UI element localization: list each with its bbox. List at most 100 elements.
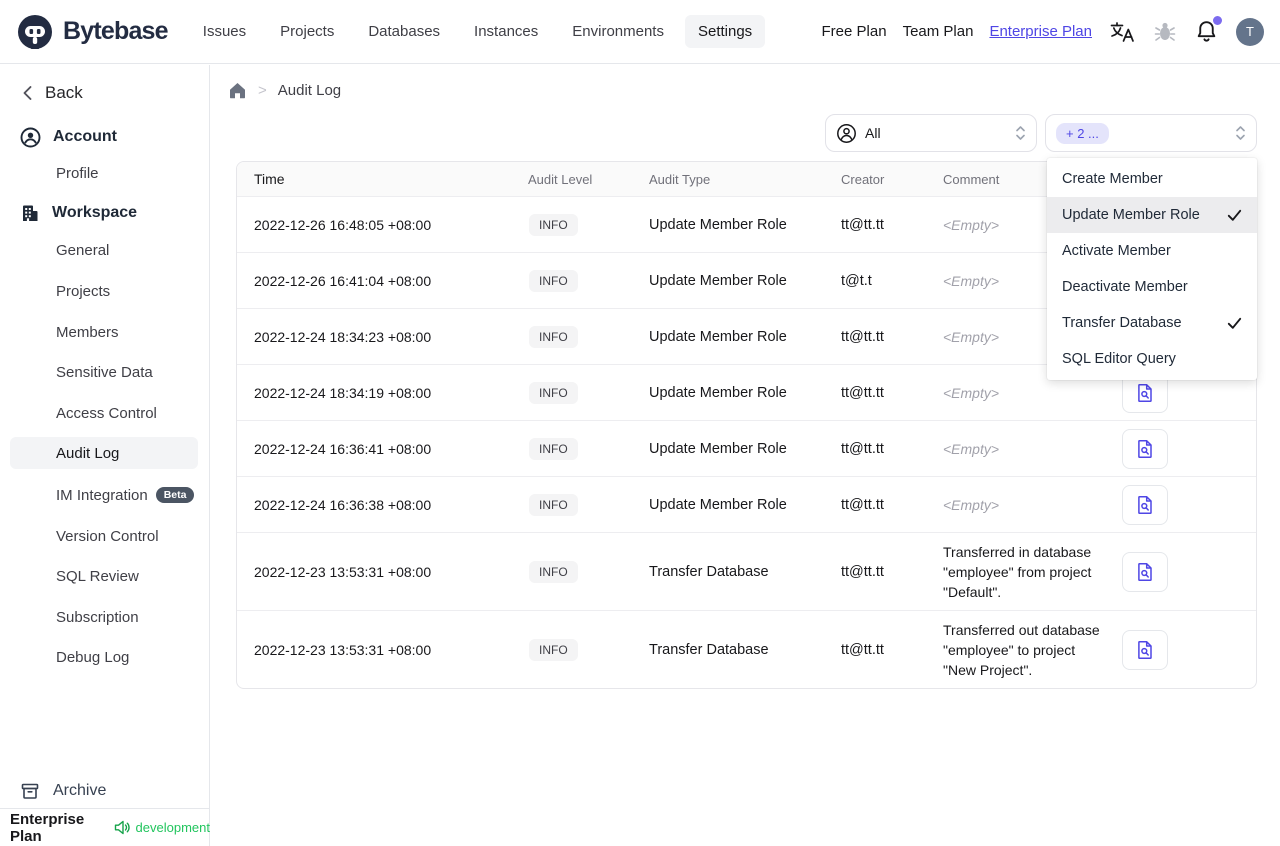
cell-level: INFO <box>528 381 649 404</box>
cell-type: Update Member Role <box>649 496 787 513</box>
home-icon[interactable] <box>228 81 247 99</box>
notification-dot <box>1213 16 1222 25</box>
cell-level: INFO <box>528 560 649 583</box>
beta-badge: Beta <box>155 487 195 503</box>
sidebar-item-version-control[interactable]: Version Control <box>10 520 198 552</box>
menu-item-transfer-database[interactable]: Transfer Database <box>1047 305 1257 341</box>
cell-creator: tt@tt.tt <box>841 641 884 658</box>
level-badge: INFO <box>529 269 578 292</box>
file-search-icon <box>1138 383 1152 402</box>
enterprise-plan-link[interactable]: Enterprise Plan <box>989 23 1092 40</box>
cell-creator: tt@tt.tt <box>841 328 884 345</box>
nav-item-settings[interactable]: Settings <box>684 15 766 48</box>
menu-item-activate-member[interactable]: Activate Member <box>1047 233 1257 269</box>
menu-item-deactivate-member[interactable]: Deactivate Member <box>1047 269 1257 305</box>
top-navbar: Bytebase Issues Projects Databases Insta… <box>0 0 1280 64</box>
breadcrumb-chevron-icon: > <box>258 81 267 99</box>
menu-item-update-member-role[interactable]: Update Member Role <box>1047 197 1257 233</box>
sidebar-item-label: Audit Log <box>56 444 120 462</box>
archive-icon <box>20 781 40 801</box>
file-search-icon <box>1138 439 1152 458</box>
select-arrows-icon <box>1235 123 1246 143</box>
view-detail-button[interactable] <box>1122 484 1168 525</box>
level-badge: INFO <box>529 493 578 516</box>
sidebar-item-audit-log[interactable]: Audit Log <box>10 437 198 469</box>
sidebar-item-projects[interactable]: Projects <box>10 275 198 307</box>
page-title: Audit Log <box>277 81 342 99</box>
sidebar-section-account: Account <box>20 121 117 153</box>
back-chevron-icon <box>22 85 33 101</box>
cell-level: INFO <box>528 493 649 516</box>
sidebar-item-debug-log[interactable]: Debug Log <box>10 641 198 673</box>
audit-type-filter-select[interactable]: + 2 ... <box>1045 114 1257 152</box>
sidebar-section-workspace: Workspace <box>20 197 137 229</box>
user-filter-icon <box>836 123 857 144</box>
table-row: 2022-12-23 13:53:31 +08:00 INFO Transfer… <box>237 610 1256 688</box>
cell-type: Update Member Role <box>649 384 787 401</box>
nav-item-projects[interactable]: Projects <box>267 15 347 48</box>
level-badge: INFO <box>529 213 578 236</box>
sidebar-item-label: Profile <box>56 164 99 182</box>
menu-item-create-member[interactable]: Create Member <box>1047 161 1257 197</box>
sidebar-item-members[interactable]: Members <box>10 316 198 348</box>
sidebar-item-label: Subscription <box>56 608 139 626</box>
back-button[interactable]: Back <box>22 77 83 109</box>
team-plan-link[interactable]: Team Plan <box>903 23 974 40</box>
cell-actions <box>1122 428 1256 469</box>
sidebar-item-subscription[interactable]: Subscription <box>10 601 198 633</box>
breadcrumb: > Audit Log <box>228 78 341 102</box>
nav-item-databases[interactable]: Databases <box>355 15 453 48</box>
main-nav: Issues Projects Databases Instances Envi… <box>190 15 766 48</box>
cell-comment: Transferred in database "employee" from … <box>943 543 1092 600</box>
cell-time: 2022-12-26 16:41:04 +08:00 <box>254 272 432 289</box>
cell-type: Update Member Role <box>649 216 787 233</box>
cell-level: INFO <box>528 325 649 348</box>
sidebar-item-profile[interactable]: Profile <box>10 157 198 189</box>
view-detail-button[interactable] <box>1122 551 1168 592</box>
nav-item-instances[interactable]: Instances <box>461 15 551 48</box>
sidebar-item-sql-review[interactable]: SQL Review <box>10 560 198 592</box>
cell-time: 2022-12-23 13:53:31 +08:00 <box>254 563 432 580</box>
sidebar-item-sensitive-data[interactable]: Sensitive Data <box>10 356 198 388</box>
sidebar-item-label: Version Control <box>56 527 159 545</box>
cell-level: INFO <box>528 638 649 661</box>
cell-time: 2022-12-24 18:34:23 +08:00 <box>254 328 432 345</box>
menu-item-label: Transfer Database <box>1062 315 1182 331</box>
view-detail-button[interactable] <box>1122 629 1168 670</box>
sidebar-footer: Enterprise Plan development <box>0 808 210 846</box>
cell-time: 2022-12-23 13:53:31 +08:00 <box>254 641 432 658</box>
free-plan-link[interactable]: Free Plan <box>822 23 887 40</box>
cell-comment: <Empty> <box>943 496 1000 513</box>
creator-filter-select[interactable]: All <box>825 114 1037 152</box>
level-badge: INFO <box>529 638 578 661</box>
cell-creator: tt@tt.tt <box>841 563 884 580</box>
sidebar-item-general[interactable]: General <box>10 234 198 266</box>
cell-comment: Transferred out database "employee" to p… <box>943 621 1100 678</box>
bug-icon[interactable] <box>1153 20 1177 44</box>
cell-type: Transfer Database <box>649 563 769 580</box>
sidebar-item-im-integration[interactable]: IM Integration Beta <box>10 479 198 511</box>
bytebase-logo[interactable]: Bytebase <box>16 13 169 51</box>
sidebar-item-access-control[interactable]: Access Control <box>10 397 198 429</box>
view-detail-button[interactable] <box>1122 428 1168 469</box>
archive-button[interactable]: Archive <box>20 775 106 807</box>
bytebase-logo-icon <box>16 13 54 51</box>
sidebar-item-label: Members <box>56 323 119 341</box>
menu-item-sql-editor-query[interactable]: SQL Editor Query <box>1047 341 1257 377</box>
sidebar-item-label: General <box>56 241 110 259</box>
file-search-icon <box>1138 562 1152 581</box>
bell-icon[interactable] <box>1194 16 1222 44</box>
file-search-icon <box>1138 640 1152 659</box>
cell-level: INFO <box>528 437 649 460</box>
avatar[interactable]: T <box>1236 17 1264 46</box>
footer-plan-label: Enterprise Plan <box>10 810 85 845</box>
cell-time: 2022-12-26 16:48:05 +08:00 <box>254 216 432 233</box>
translate-icon[interactable] <box>1109 20 1136 44</box>
cell-creator: tt@tt.tt <box>841 496 884 513</box>
nav-item-issues[interactable]: Issues <box>190 15 259 48</box>
cell-creator: tt@tt.tt <box>841 216 884 233</box>
menu-item-label: Update Member Role <box>1062 207 1200 223</box>
cell-level: INFO <box>528 269 649 292</box>
cell-actions <box>1122 551 1256 592</box>
nav-item-environments[interactable]: Environments <box>559 15 677 48</box>
